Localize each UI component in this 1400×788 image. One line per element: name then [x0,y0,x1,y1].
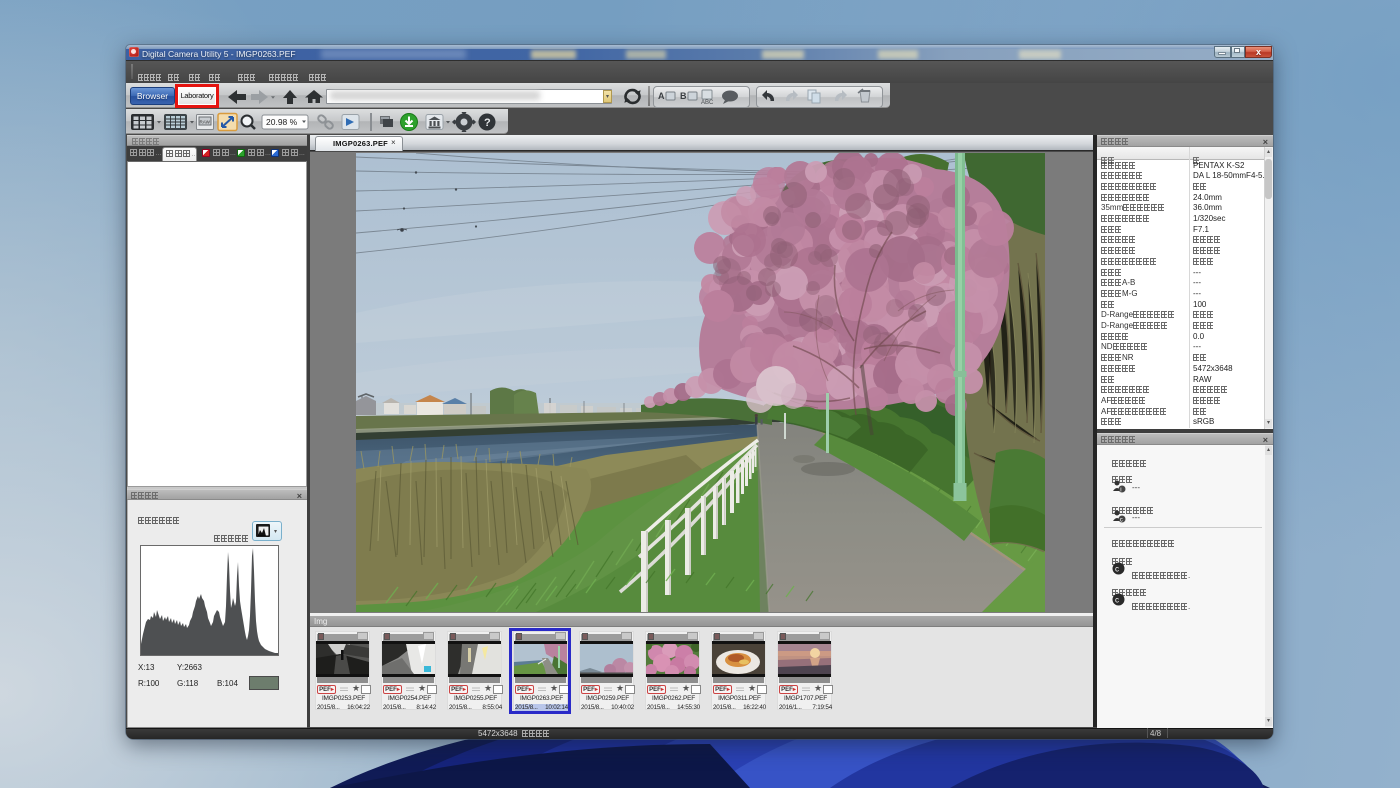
svg-text:i: i [1120,488,1121,494]
svg-text:c: c [1115,565,1119,574]
svg-text:RAW: RAW [200,120,211,125]
svg-text:20.98 %: 20.98 % [266,117,298,127]
svg-text:?: ? [484,117,491,129]
svg-text:c: c [1115,596,1119,605]
svg-text:ABC: ABC [701,100,714,105]
svg-text:c: c [1120,518,1123,524]
svg-text:A: A [658,91,665,101]
svg-text:B: B [680,91,687,101]
